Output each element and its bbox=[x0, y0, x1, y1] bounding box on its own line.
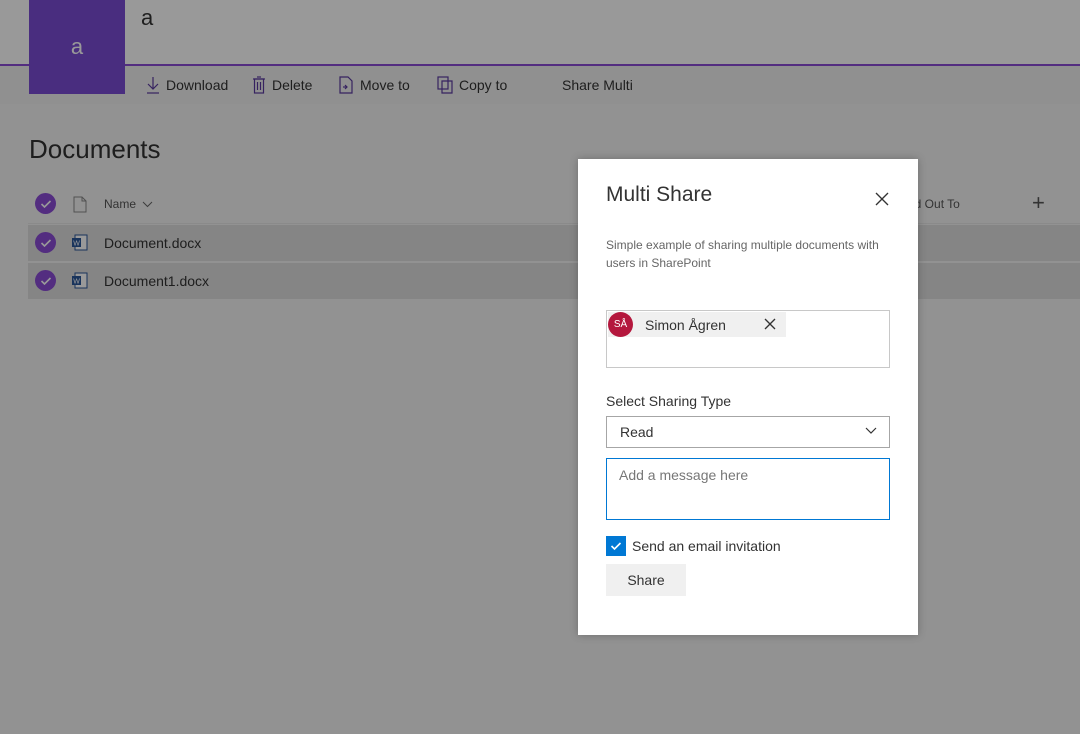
chevron-down-icon bbox=[865, 427, 877, 434]
email-invitation-label: Send an email invitation bbox=[632, 538, 781, 554]
checkmark-icon bbox=[610, 542, 622, 551]
message-input[interactable] bbox=[606, 458, 890, 520]
email-invitation-checkbox[interactable]: Send an email invitation bbox=[606, 536, 781, 556]
sharing-type-value: Read bbox=[620, 424, 654, 440]
dialog-description: Simple example of sharing multiple docum… bbox=[606, 238, 879, 270]
multi-share-dialog: Multi Share Simple example of sharing mu… bbox=[578, 159, 918, 635]
people-picker[interactable]: SÅ Simon Ågren bbox=[606, 310, 890, 368]
persona-chip[interactable]: SÅ Simon Ågren bbox=[608, 312, 786, 337]
dialog-title: Multi Share bbox=[606, 183, 713, 206]
modal-overlay[interactable] bbox=[0, 0, 1080, 734]
sharing-type-dropdown[interactable]: Read bbox=[606, 416, 890, 448]
close-icon[interactable] bbox=[874, 191, 890, 207]
share-button[interactable]: Share bbox=[606, 564, 686, 596]
sharing-type-label: Select Sharing Type bbox=[606, 393, 732, 409]
avatar: SÅ bbox=[608, 312, 633, 337]
checkbox-box[interactable] bbox=[606, 536, 626, 556]
persona-name: Simon Ågren bbox=[645, 316, 726, 333]
remove-person-icon[interactable] bbox=[764, 318, 776, 330]
